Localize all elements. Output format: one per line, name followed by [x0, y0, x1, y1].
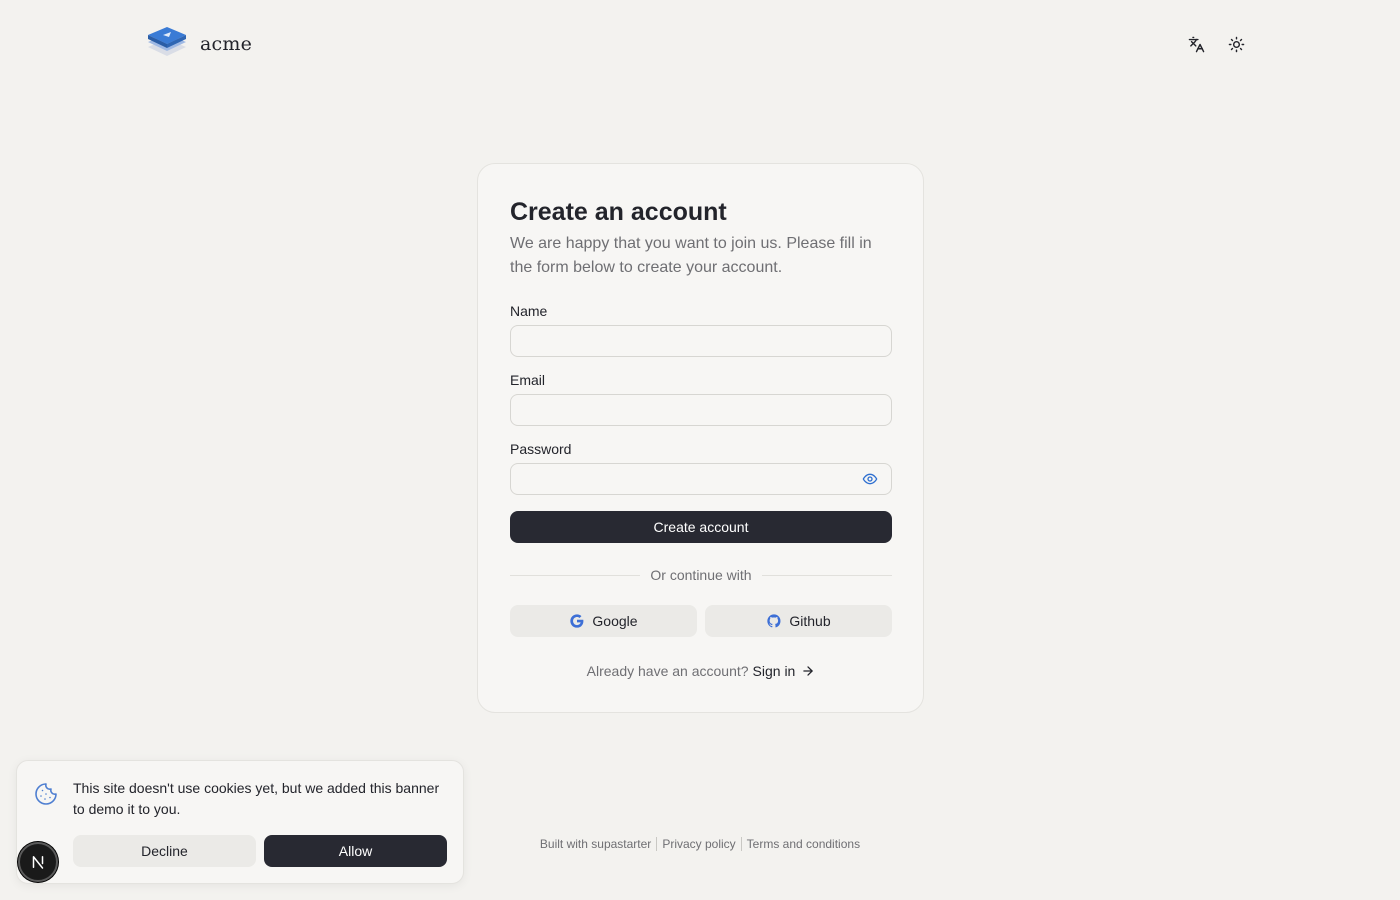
brand-logo-link[interactable]: acme — [146, 25, 252, 63]
name-field-group: Name — [510, 302, 892, 357]
arrow-right-icon — [803, 666, 814, 676]
signin-link-label: Sign in — [752, 663, 796, 679]
acme-logo-icon — [148, 27, 186, 56]
github-icon — [767, 614, 781, 628]
name-label: Name — [510, 303, 548, 319]
google-label: Google — [592, 613, 638, 629]
password-wrapper — [510, 463, 892, 495]
email-input[interactable] — [510, 394, 892, 426]
signin-prompt: Already have an account? — [586, 663, 749, 679]
password-label: Password — [510, 441, 572, 457]
brand-name: acme — [200, 33, 253, 55]
privacy-policy-link[interactable]: Privacy policy — [662, 837, 735, 851]
social-login-row: Google Github — [510, 605, 892, 637]
github-login-button[interactable]: Github — [705, 605, 892, 637]
divider-text: Or continue with — [650, 567, 752, 583]
site-header: acme — [0, 0, 1400, 88]
nextjs-dev-indicator-button[interactable] — [18, 842, 58, 882]
sun-icon — [1228, 36, 1244, 52]
cookie-banner: This site doesn't use cookies yet, but w… — [16, 760, 464, 884]
divider-line-right — [761, 574, 893, 576]
password-input[interactable] — [510, 463, 892, 495]
theme-toggle-button[interactable] — [1224, 32, 1248, 56]
nextjs-icon — [32, 856, 44, 869]
page-subtitle: We are happy that you want to join us. P… — [510, 235, 872, 276]
page-title: Create an account — [510, 198, 727, 226]
footer-separator — [656, 837, 658, 851]
github-label: Github — [789, 613, 831, 629]
divider-line-left — [510, 574, 641, 576]
footer-separator — [740, 837, 742, 851]
google-icon — [570, 614, 584, 628]
decline-cookies-button[interactable]: Decline — [73, 835, 256, 867]
allow-cookies-button[interactable]: Allow — [264, 835, 447, 867]
signin-link[interactable]: Sign in — [753, 663, 816, 679]
google-login-button[interactable]: Google — [510, 605, 697, 637]
create-account-button[interactable]: Create account — [510, 511, 892, 543]
email-label: Email — [510, 372, 546, 388]
eye-icon — [862, 473, 878, 485]
or-divider: Or continue with — [510, 567, 893, 583]
cookie-icon — [35, 783, 57, 805]
language-icon — [1188, 36, 1204, 52]
name-input[interactable] — [510, 325, 892, 357]
signin-prompt-row: Already have an account? Sign in — [510, 663, 892, 679]
language-switcher-button[interactable] — [1184, 32, 1208, 56]
built-with-link[interactable]: Built with supastarter — [540, 837, 651, 851]
email-field-group: Email — [510, 371, 892, 426]
signup-card: Create an account We are happy that you … — [477, 163, 924, 713]
cookie-message: This site doesn't use cookies yet, but w… — [73, 780, 440, 817]
password-field-group: Password — [510, 440, 892, 495]
terms-link[interactable]: Terms and conditions — [747, 837, 860, 851]
toggle-password-visibility-button[interactable] — [862, 471, 878, 487]
